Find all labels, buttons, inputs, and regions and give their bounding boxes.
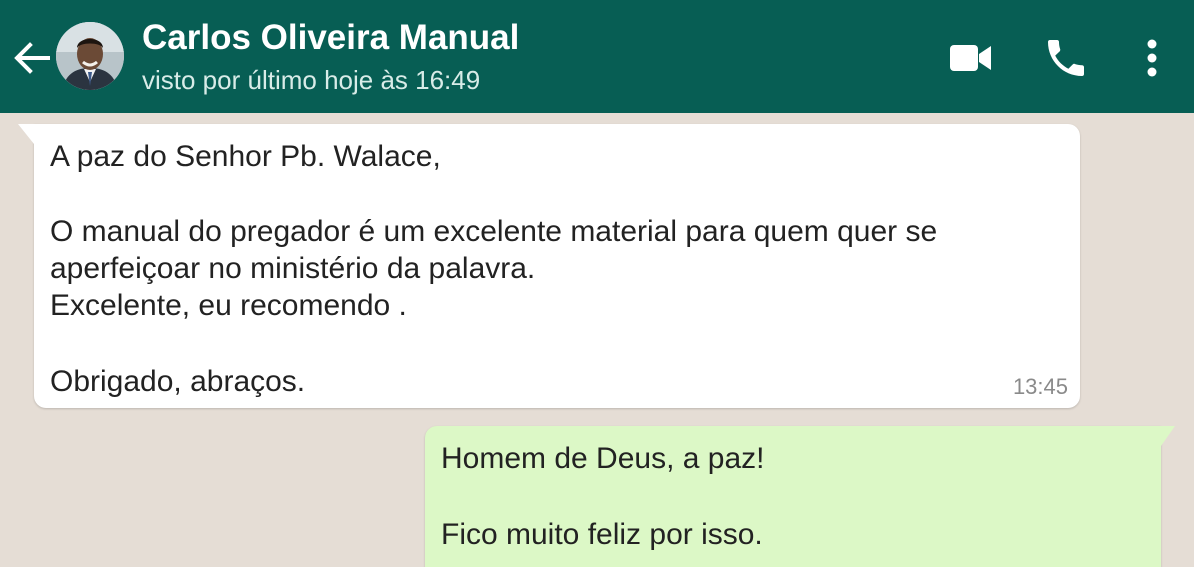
more-vertical-icon	[1147, 39, 1157, 77]
message-line: O manual do pregador é um excelente mate…	[50, 215, 938, 248]
video-camera-icon	[950, 45, 991, 71]
more-options-button[interactable]	[1128, 34, 1176, 82]
contact-avatar[interactable]	[56, 22, 124, 90]
contact-name[interactable]: Carlos Oliveira Manual	[142, 17, 519, 59]
phone-icon	[1048, 40, 1084, 76]
arrow-left-icon	[14, 42, 50, 74]
message-line: A paz do Senhor Pb. Walace,	[50, 140, 441, 173]
outgoing-message[interactable]: Homem de Deus, a paz! Fico muito feliz p…	[425, 426, 1175, 567]
voice-call-button[interactable]	[1042, 34, 1090, 82]
message-line: Obrigado, abraços.	[50, 365, 306, 398]
incoming-message[interactable]: A paz do Senhor Pb. Walace, O manual do …	[18, 124, 1080, 408]
message-timestamp: 13:45	[1012, 374, 1068, 399]
video-call-button[interactable]	[946, 34, 994, 82]
chat-area[interactable]: A paz do Senhor Pb. Walace, O manual do …	[0, 113, 1194, 567]
avatar-photo	[56, 22, 124, 90]
last-seen-status[interactable]: visto por último hoje às 16:49	[142, 63, 480, 97]
chat-header: Carlos Oliveira Manual visto por último …	[0, 0, 1194, 113]
message-line: Excelente, eu recomendo .	[50, 289, 407, 322]
message-line: aperfeiçoar no ministério da palavra.	[50, 252, 536, 285]
message-line: Fico muito feliz por isso.	[441, 518, 763, 551]
message-line: Homem de Deus, a paz!	[441, 442, 765, 475]
back-button[interactable]	[10, 36, 54, 80]
